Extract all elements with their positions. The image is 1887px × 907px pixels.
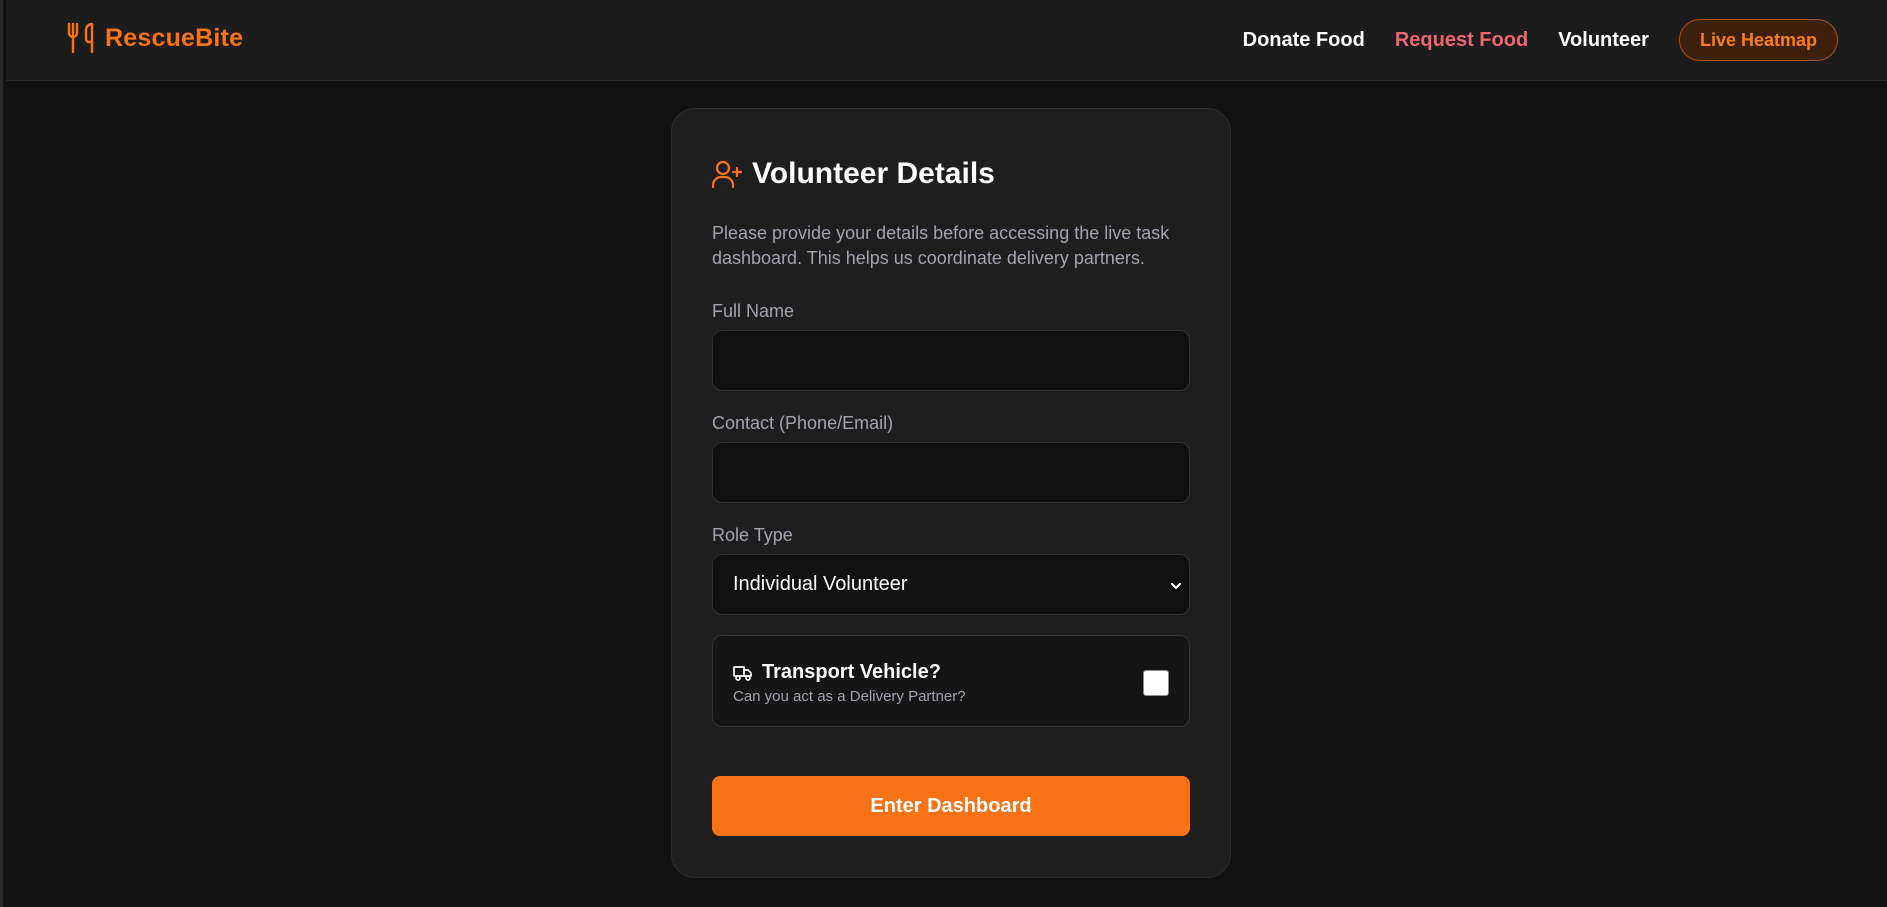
- nav-donate-food[interactable]: Donate Food: [1243, 29, 1365, 52]
- top-navbar: RescueBite Donate Food Request Food Volu…: [6, 0, 1887, 81]
- role-type-value: Individual Volunteer: [733, 573, 908, 595]
- enter-dashboard-button[interactable]: Enter Dashboard: [712, 776, 1190, 836]
- brand-logo[interactable]: RescueBite: [66, 22, 243, 54]
- chevron-down-icon: [1170, 582, 1182, 590]
- utensils-icon: [67, 22, 94, 54]
- brand-name: RescueBite: [105, 23, 244, 52]
- nav-volunteer[interactable]: Volunteer: [1558, 29, 1649, 52]
- card-description: Please provide your details before acces…: [712, 223, 1170, 268]
- role-type-select[interactable]: Individual Volunteer: [712, 554, 1190, 615]
- vehicle-title: Transport Vehicle?: [762, 661, 941, 683]
- full-name-label: Full Name: [712, 301, 795, 321]
- card-title: Volunteer Details: [752, 157, 995, 190]
- page-frame: RescueBite Donate Food Request Food Volu…: [0, 0, 1887, 907]
- contact-label: Contact (Phone/Email): [712, 413, 894, 433]
- nav-request-food[interactable]: Request Food: [1395, 29, 1528, 52]
- vehicle-title-row: Transport Vehicle?: [733, 661, 941, 684]
- role-type-label: Role Type: [712, 525, 793, 545]
- user-plus-icon: [712, 160, 742, 189]
- volunteer-details-card: Volunteer Details Please provide your de…: [671, 108, 1231, 878]
- vehicle-subtitle: Can you act as a Delivery Partner?: [733, 688, 966, 705]
- contact-input[interactable]: [712, 442, 1190, 503]
- transport-vehicle-option[interactable]: Transport Vehicle? Can you act as a Deli…: [712, 635, 1190, 727]
- truck-icon: [733, 665, 752, 681]
- nav-links: Donate Food Request Food Volunteer Live …: [1213, 18, 1838, 62]
- card-header: Volunteer Details: [712, 157, 995, 191]
- transport-vehicle-checkbox[interactable]: [1143, 670, 1169, 696]
- live-heatmap-button[interactable]: Live Heatmap: [1678, 19, 1838, 61]
- full-name-input[interactable]: [712, 330, 1190, 391]
